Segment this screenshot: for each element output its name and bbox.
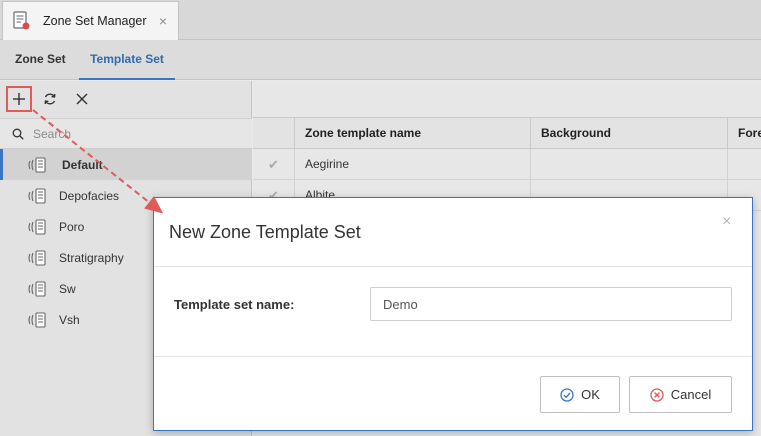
ok-button[interactable]: OK [540, 376, 620, 413]
template-set-name-label: Template set name: [174, 297, 295, 312]
tab-title: Zone Set Manager [43, 14, 147, 28]
zone-set-manager-icon [13, 11, 30, 30]
document-tab-bar: Zone Set Manager × [0, 0, 761, 40]
tab-close-icon[interactable]: × [156, 12, 170, 30]
template-set-icon [28, 311, 46, 328]
add-template-set-button[interactable] [6, 86, 32, 112]
cell-foreground [727, 149, 761, 180]
template-set-name-input[interactable] [370, 287, 732, 321]
tab-template-set-label: Template Set [90, 52, 164, 66]
column-header-background[interactable]: Background [530, 118, 727, 149]
check-icon[interactable]: ✔ [253, 149, 294, 180]
template-set-toolbar [0, 81, 252, 118]
refresh-icon [44, 93, 56, 105]
sub-tab-bar: Zone Set Template Set [0, 40, 761, 80]
list-item-label: Poro [59, 219, 85, 234]
template-set-icon [28, 156, 46, 173]
list-item-default[interactable]: Default [0, 149, 252, 180]
new-zone-template-set-dialog: New Zone Template Set × Template set nam… [153, 197, 753, 431]
column-header-check[interactable] [253, 118, 294, 149]
search-bar [0, 118, 252, 149]
dialog-body: Template set name: [154, 268, 752, 357]
list-item-label: Default [62, 157, 103, 172]
search-input[interactable] [33, 126, 233, 141]
check-circle-icon [560, 387, 574, 402]
tab-template-set[interactable]: Template Set [79, 40, 175, 80]
search-icon [12, 128, 24, 140]
zone-set-manager-tab[interactable]: Zone Set Manager × [2, 1, 179, 40]
template-set-icon [28, 249, 46, 266]
delete-button[interactable] [70, 87, 94, 111]
list-item-label: Stratigraphy [59, 250, 124, 265]
cancel-label: Cancel [670, 387, 712, 402]
close-icon [76, 93, 88, 105]
ok-label: OK [581, 387, 600, 402]
list-item-label: Vsh [59, 312, 80, 327]
table-row[interactable]: ✔ Aegirine [253, 149, 761, 180]
cancel-button[interactable]: Cancel [629, 376, 732, 413]
active-tab-indicator [79, 78, 175, 80]
refresh-button[interactable] [38, 87, 62, 111]
list-item-label: Sw [59, 281, 76, 296]
template-set-icon [28, 187, 46, 204]
cell-zone-template-name: Aegirine [294, 149, 530, 180]
list-item-label: Depofacies [59, 188, 120, 203]
tab-zone-set[interactable]: Zone Set [15, 40, 66, 80]
plus-icon [13, 93, 25, 105]
grid-toolbar [253, 81, 761, 118]
dialog-header: New Zone Template Set × [154, 198, 752, 267]
cell-background [530, 149, 727, 180]
dialog-title: New Zone Template Set [169, 222, 361, 242]
template-set-icon [28, 218, 46, 235]
dialog-close-icon[interactable]: × [722, 213, 731, 231]
column-header-foreground[interactable]: Fore [727, 118, 761, 149]
cancel-circle-icon [650, 387, 664, 402]
template-set-icon [28, 280, 46, 297]
grid-header: Zone template name Background Fore [253, 118, 761, 149]
column-header-zone-template-name[interactable]: Zone template name [294, 118, 530, 149]
